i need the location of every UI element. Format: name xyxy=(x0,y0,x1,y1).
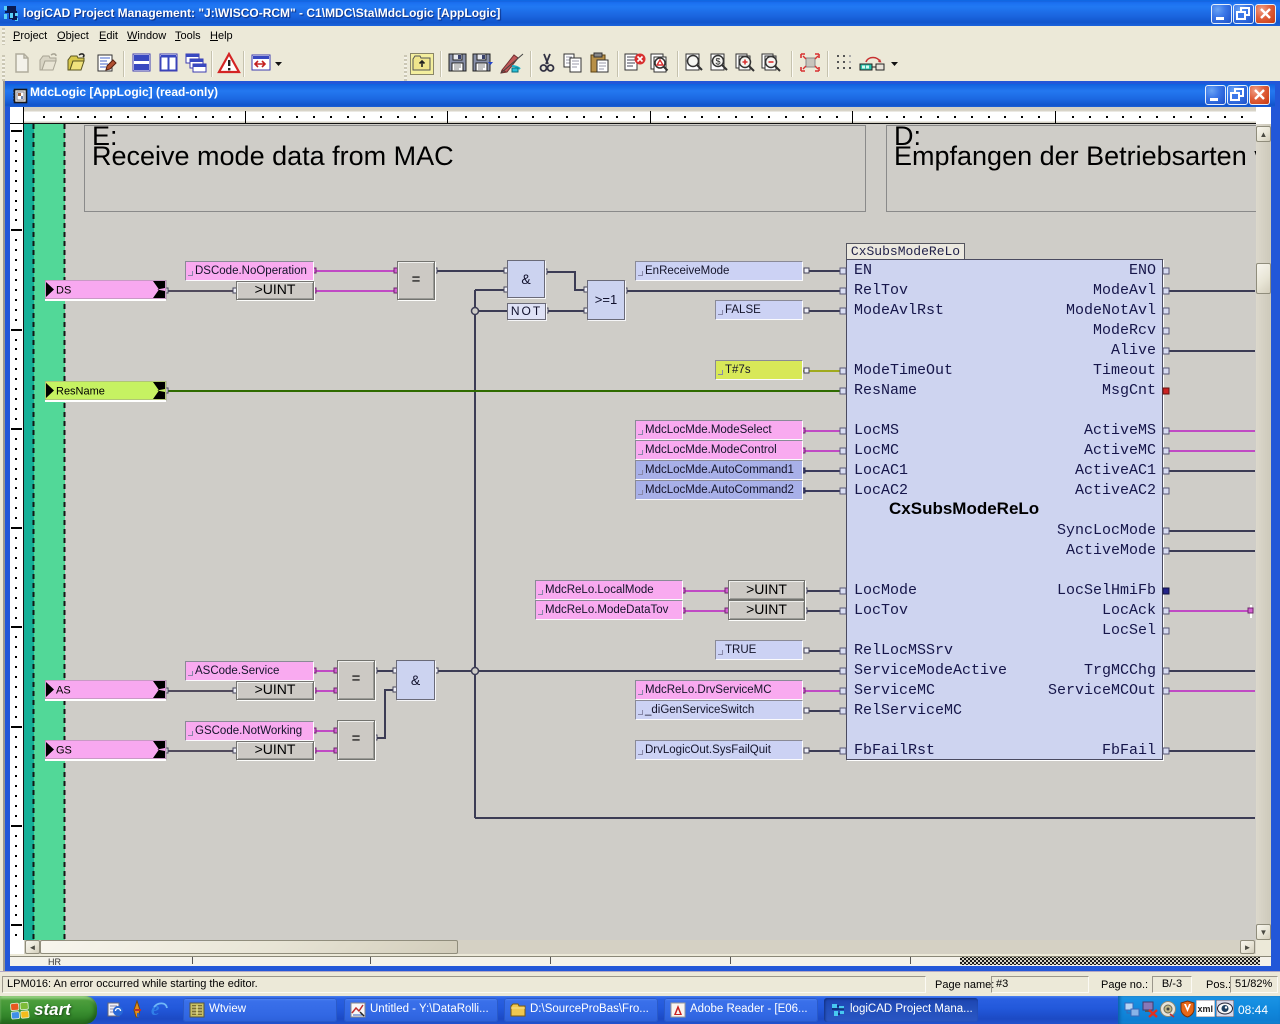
svg-text:HR: HR xyxy=(48,957,61,965)
svg-text:e: e xyxy=(151,999,160,1019)
svg-text:xml: xml xyxy=(1198,1004,1214,1014)
svg-text:$: $ xyxy=(716,57,721,67)
